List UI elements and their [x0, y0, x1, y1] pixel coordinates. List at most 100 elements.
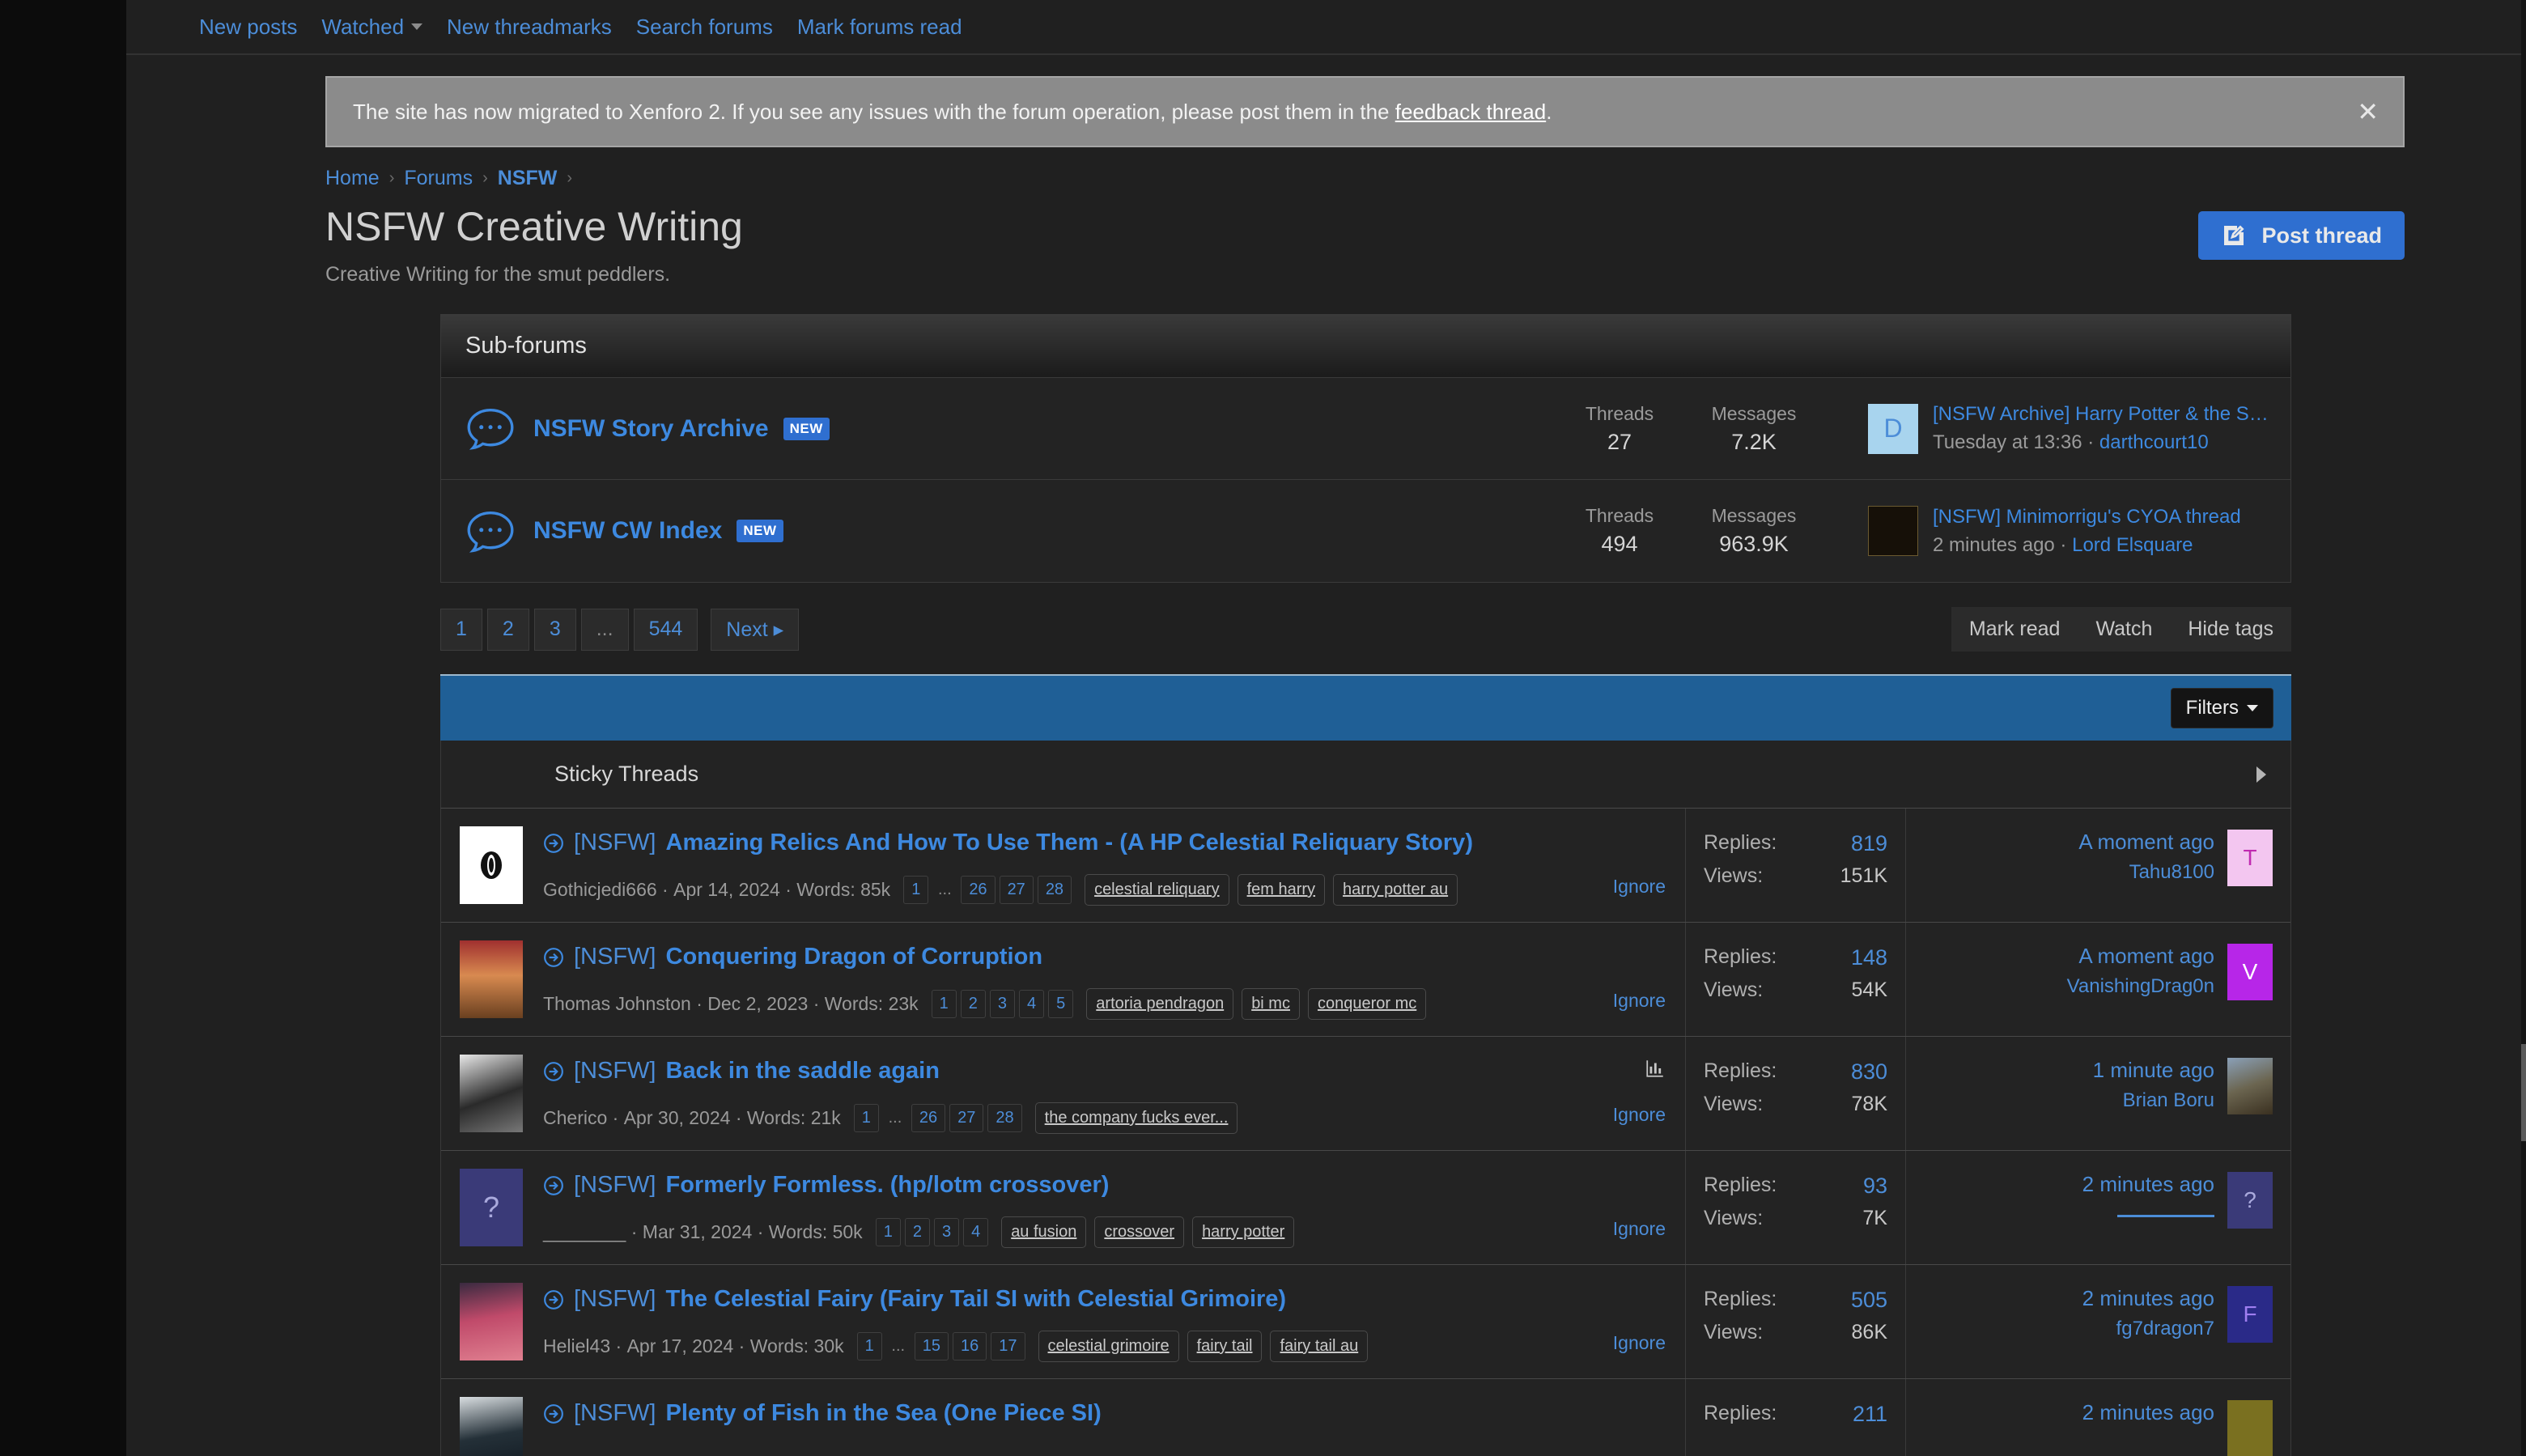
tag[interactable]: conqueror mc: [1307, 988, 1427, 1020]
post-thread-button[interactable]: Post thread: [2198, 211, 2405, 260]
minipage[interactable]: 3: [989, 990, 1016, 1018]
mark-read-button[interactable]: Mark read: [1951, 607, 2078, 652]
minipage[interactable]: 17: [991, 1332, 1025, 1360]
minipage[interactable]: 1: [931, 990, 957, 1018]
tag[interactable]: fairy tail au: [1270, 1331, 1369, 1362]
breadcrumb-forums[interactable]: Forums: [404, 167, 473, 190]
tag[interactable]: fairy tail: [1187, 1331, 1263, 1362]
tag[interactable]: harry potter au: [1333, 874, 1458, 906]
minipage[interactable]: 15: [914, 1332, 949, 1360]
page-2[interactable]: 2: [486, 608, 529, 651]
thread-title[interactable]: Formerly Formless. (hp/lotm crossover): [666, 1172, 1110, 1199]
tag[interactable]: au fusion: [1001, 1216, 1087, 1248]
tag[interactable]: harry potter: [1192, 1216, 1295, 1248]
table-row[interactable]: ? [NSFW] Formerly Formless. (hp/lotm cro…: [441, 1151, 2290, 1265]
last-post-time[interactable]: A moment ago: [2078, 830, 2214, 855]
last-post-title[interactable]: [NSFW] Minimorrigu's CYOA thread: [1933, 506, 2241, 528]
last-post-time[interactable]: 2 minutes ago: [2082, 1286, 2214, 1311]
table-row[interactable]: [NSFW] The Celestial Fairy (Fairy Tail S…: [441, 1265, 2290, 1379]
last-post-user[interactable]: fg7dragon7: [2082, 1318, 2214, 1340]
scrollbar-thumb[interactable]: [2521, 1044, 2526, 1141]
thread-title[interactable]: Plenty of Fish in the Sea (One Piece SI): [666, 1400, 1102, 1427]
avatar[interactable]: [460, 1397, 523, 1456]
avatar[interactable]: ?: [2227, 1172, 2273, 1229]
avatar[interactable]: F: [2227, 1286, 2273, 1343]
tag[interactable]: the company fucks ever...: [1034, 1102, 1238, 1134]
last-post-time[interactable]: 1 minute ago: [2093, 1058, 2214, 1083]
minipage[interactable]: 1: [903, 876, 929, 904]
scrollbar-track[interactable]: [2521, 0, 2526, 1456]
minipage[interactable]: 27: [949, 1104, 984, 1132]
ignore-link[interactable]: Ignore: [1613, 876, 1666, 898]
chevron-right-icon[interactable]: [2256, 766, 2266, 783]
last-post-user[interactable]: VanishingDrag0n: [2067, 975, 2214, 998]
feedback-thread-link[interactable]: feedback thread: [1395, 100, 1546, 124]
thread-author[interactable]: Cherico: [543, 1107, 607, 1129]
minipage[interactable]: 27: [999, 876, 1034, 904]
avatar[interactable]: [2227, 1058, 2273, 1114]
last-post-title[interactable]: [NSFW Archive] Harry Potter & the Sh...: [1933, 403, 2273, 426]
ignore-link[interactable]: Ignore: [1613, 1104, 1666, 1126]
minipage[interactable]: 4: [963, 1218, 989, 1246]
minipage[interactable]: 26: [911, 1104, 946, 1132]
minipage[interactable]: 16: [953, 1332, 987, 1360]
last-post-user[interactable]: Lord Elsquare: [2072, 534, 2193, 556]
avatar[interactable]: V: [2227, 944, 2273, 1000]
thread-author[interactable]: ________: [543, 1221, 626, 1243]
minipage[interactable]: 1: [853, 1104, 879, 1132]
page-1[interactable]: 1: [440, 608, 482, 651]
thread-title[interactable]: Conquering Dragon of Corruption: [666, 944, 1043, 970]
last-post-time[interactable]: 2 minutes ago: [2082, 1400, 2214, 1425]
poll-chart-icon[interactable]: [1645, 1058, 1666, 1079]
tag[interactable]: crossover: [1094, 1216, 1185, 1248]
minipage[interactable]: 1: [875, 1218, 901, 1246]
tag[interactable]: fem harry: [1237, 874, 1326, 906]
nav-watched-link[interactable]: Watched: [321, 15, 404, 40]
avatar[interactable]: ?: [460, 1169, 523, 1246]
avatar[interactable]: D: [1868, 403, 1918, 454]
nav-new-threadmarks[interactable]: New threadmarks: [447, 15, 612, 40]
subforum-title[interactable]: NSFW CW Index: [533, 517, 722, 545]
page-3[interactable]: 3: [533, 608, 576, 651]
table-row[interactable]: [NSFW] Conquering Dragon of Corruption T…: [441, 923, 2290, 1037]
thread-author[interactable]: Heliel43: [543, 1335, 610, 1357]
minipage[interactable]: 1: [856, 1332, 882, 1360]
page-544[interactable]: 544: [633, 608, 698, 651]
avatar[interactable]: [460, 826, 523, 904]
minipage[interactable]: 26: [961, 876, 996, 904]
avatar[interactable]: [2227, 1400, 2273, 1456]
minipage[interactable]: 28: [987, 1104, 1022, 1132]
hide-tags-button[interactable]: Hide tags: [2170, 607, 2291, 652]
minipage[interactable]: 4: [1019, 990, 1045, 1018]
tag[interactable]: celestial grimoire: [1038, 1331, 1179, 1362]
nav-watched[interactable]: Watched: [321, 15, 423, 40]
tag[interactable]: celestial reliquary: [1085, 874, 1229, 906]
avatar[interactable]: [1868, 506, 1918, 556]
nav-mark-forums-read[interactable]: Mark forums read: [797, 15, 962, 40]
minipage[interactable]: 3: [933, 1218, 960, 1246]
nav-search-forums[interactable]: Search forums: [636, 15, 773, 40]
ignore-link[interactable]: Ignore: [1613, 1332, 1666, 1354]
tag[interactable]: artoria pendragon: [1086, 988, 1234, 1020]
nav-new-posts[interactable]: New posts: [199, 15, 297, 40]
ignore-link[interactable]: Ignore: [1613, 990, 1666, 1012]
close-icon[interactable]: ✕: [2357, 99, 2379, 125]
breadcrumb-home[interactable]: Home: [325, 167, 380, 190]
sticky-threads-header[interactable]: Sticky Threads: [440, 741, 2291, 809]
subforum-row[interactable]: NSFW CW Index NEW Threads 494 Messages 9…: [441, 480, 2290, 582]
thread-title[interactable]: Back in the saddle again: [666, 1058, 940, 1085]
subforum-title[interactable]: NSFW Story Archive: [533, 415, 769, 443]
minipage[interactable]: 28: [1037, 876, 1072, 904]
table-row[interactable]: [NSFW] Back in the saddle again Cherico …: [441, 1037, 2290, 1151]
page-next[interactable]: Next ▸: [711, 608, 800, 651]
tag[interactable]: bi mc: [1242, 988, 1300, 1020]
subforum-row[interactable]: NSFW Story Archive NEW Threads 27 Messag…: [441, 378, 2290, 480]
thread-author[interactable]: Gothicjedi666: [543, 879, 657, 901]
avatar[interactable]: T: [2227, 830, 2273, 886]
minipage[interactable]: 2: [904, 1218, 930, 1246]
ignore-link[interactable]: Ignore: [1613, 1218, 1666, 1240]
watch-button[interactable]: Watch: [2078, 607, 2170, 652]
thread-author[interactable]: Thomas Johnston: [543, 993, 691, 1015]
last-post-time[interactable]: A moment ago: [2067, 944, 2214, 969]
minipage[interactable]: 5: [1048, 990, 1074, 1018]
